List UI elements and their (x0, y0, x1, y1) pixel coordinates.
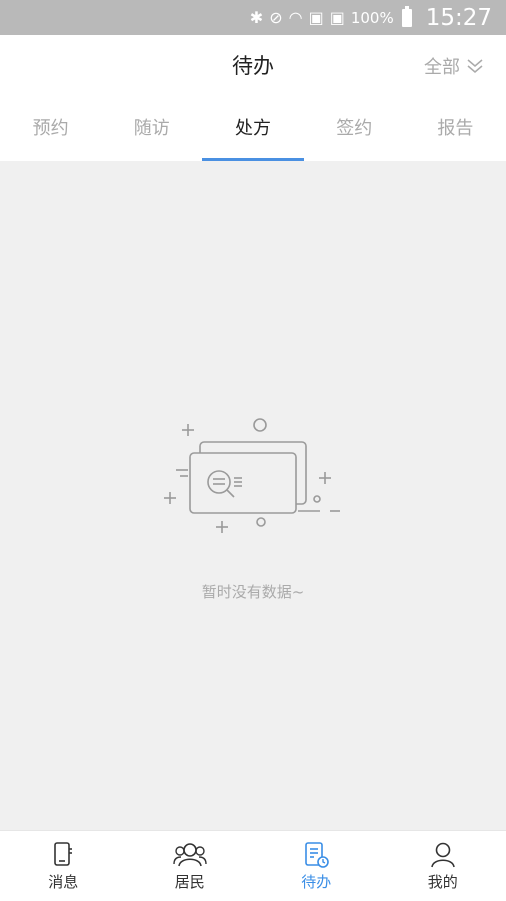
clock: 15:27 (426, 5, 492, 31)
nav-item-todo[interactable]: 待办 (253, 831, 380, 901)
todo-icon (301, 841, 331, 869)
sim1-icon: ▣ (309, 0, 324, 35)
battery-icon (402, 9, 412, 27)
empty-search-card-icon (160, 416, 350, 546)
nav-label-messages: 消息 (48, 871, 78, 892)
nav-label-residents: 居民 (175, 871, 205, 892)
tab-report[interactable]: 报告 (405, 97, 506, 161)
battery-percent: 100% (351, 9, 394, 27)
tab-bar: 预约 随访 处方 签约 报告 (0, 97, 506, 161)
content-area: 暂时没有数据~ (0, 161, 506, 830)
nav-label-profile: 我的 (428, 871, 458, 892)
filter-label: 全部 (424, 53, 460, 79)
nav-label-todo: 待办 (301, 871, 331, 892)
bottom-nav: 消息 居民 待办 我的 (0, 830, 506, 901)
nav-item-profile[interactable]: 我的 (380, 831, 506, 901)
tab-contract[interactable]: 签约 (304, 97, 405, 161)
empty-state-message: 暂时没有数据~ (0, 581, 506, 602)
double-chevron-down-icon (466, 58, 484, 74)
profile-icon (428, 841, 458, 869)
wifi-icon: ◠ (289, 0, 303, 35)
tab-follow-up[interactable]: 随访 (101, 97, 202, 161)
mute-icon: ⊘ (269, 0, 282, 35)
filter-dropdown[interactable]: 全部 (424, 35, 484, 97)
residents-icon (173, 841, 207, 869)
nav-item-messages[interactable]: 消息 (0, 831, 127, 901)
bluetooth-icon: ✱ (250, 0, 263, 35)
status-bar: ✱ ⊘ ◠ ▣ ▣ 100% 15:27 (0, 0, 506, 35)
message-icon (48, 841, 78, 869)
nav-item-residents[interactable]: 居民 (127, 831, 254, 901)
tab-appointment[interactable]: 预约 (0, 97, 101, 161)
app-header: 待办 全部 (0, 35, 506, 97)
tab-prescription[interactable]: 处方 (202, 97, 303, 161)
sim2-icon: ▣ (330, 0, 345, 35)
status-icons: ✱ ⊘ ◠ ▣ ▣ 100% 15:27 (250, 0, 492, 35)
